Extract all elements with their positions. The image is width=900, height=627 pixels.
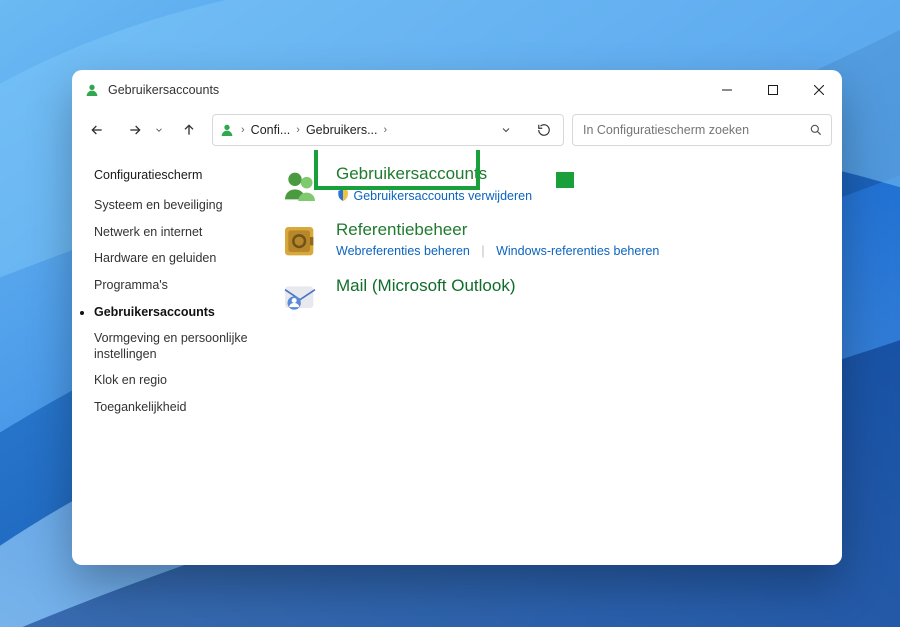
search-input[interactable]: [581, 122, 809, 138]
close-button[interactable]: [796, 70, 842, 110]
address-bar[interactable]: › Confi... › Gebruikers... ›: [212, 114, 564, 146]
link-manage-web-credentials[interactable]: Webreferenties beheren: [336, 244, 470, 258]
category-mail-outlook: Mail (Microsoft Outlook): [278, 276, 822, 318]
address-user-icon: [219, 122, 235, 138]
users-people-icon: [278, 164, 322, 206]
sidebar-item-user-accounts[interactable]: Gebruikersaccounts: [94, 305, 272, 321]
maximize-button[interactable]: [750, 70, 796, 110]
window-controls: [704, 70, 842, 110]
category-links: Webreferenties beheren | Windows-referen…: [336, 244, 822, 258]
user-accounts-icon: [84, 82, 100, 98]
toolbar: › Confi... › Gebruikers... ›: [72, 110, 842, 150]
shield-icon: [336, 188, 350, 202]
breadcrumb-crumb[interactable]: Confi...: [249, 123, 293, 137]
category-title[interactable]: Mail (Microsoft Outlook): [336, 276, 822, 296]
search-bar[interactable]: [572, 114, 832, 146]
window-title: Gebruikersaccounts: [108, 83, 219, 97]
category-links: Gebruikersaccounts verwijderen: [336, 188, 822, 203]
minimize-button[interactable]: [704, 70, 750, 110]
sidebar-header[interactable]: Configuratiescherm: [94, 168, 272, 182]
category-title[interactable]: Referentiebeheer: [336, 220, 822, 240]
nav-history-dropdown[interactable]: [152, 115, 166, 145]
sidebar-item-programs[interactable]: Programma's: [94, 278, 272, 294]
safe-vault-icon: [278, 220, 322, 262]
category-user-accounts: Gebruikersaccounts Gebruikersaccounts ve…: [278, 164, 822, 206]
content-area: Gebruikersaccounts Gebruikersaccounts ve…: [272, 150, 842, 565]
title-bar: Gebruikersaccounts: [72, 70, 842, 110]
breadcrumb-separator: ›: [239, 124, 247, 136]
link-remove-user-accounts[interactable]: Gebruikersaccounts verwijderen: [353, 189, 532, 203]
nav-forward-button[interactable]: [120, 115, 150, 145]
sidebar-item-accessibility[interactable]: Toegankelijkheid: [94, 400, 272, 416]
address-history-dropdown[interactable]: [491, 115, 521, 145]
sidebar-item-clock-region[interactable]: Klok en regio: [94, 373, 272, 389]
sidebar-item-system-security[interactable]: Systeem en beveiliging: [94, 198, 272, 214]
nav-up-button[interactable]: [174, 115, 204, 145]
refresh-button[interactable]: [529, 115, 559, 145]
mail-profile-icon: [278, 276, 322, 318]
sidebar-item-hardware-sound[interactable]: Hardware en geluiden: [94, 251, 272, 267]
category-credential-manager: Referentiebeheer Webreferenties beheren …: [278, 220, 822, 262]
breadcrumb-separator: ›: [294, 124, 302, 136]
link-manage-windows-credentials[interactable]: Windows-referenties beheren: [496, 244, 659, 258]
sidebar-item-network-internet[interactable]: Netwerk en internet: [94, 225, 272, 241]
link-separator: |: [473, 244, 492, 258]
control-panel-window: Gebruikersaccounts: [72, 70, 842, 565]
breadcrumb-separator: ›: [382, 124, 390, 136]
nav-back-button[interactable]: [82, 115, 112, 145]
breadcrumb-crumb[interactable]: Gebruikers...: [304, 123, 380, 137]
sidebar-item-appearance-personalization[interactable]: Vormgeving en persoonlijke instellingen: [94, 331, 272, 362]
sidebar: Configuratiescherm Systeem en beveiligin…: [72, 150, 272, 565]
search-icon: [809, 123, 823, 137]
category-title[interactable]: Gebruikersaccounts: [336, 164, 822, 184]
